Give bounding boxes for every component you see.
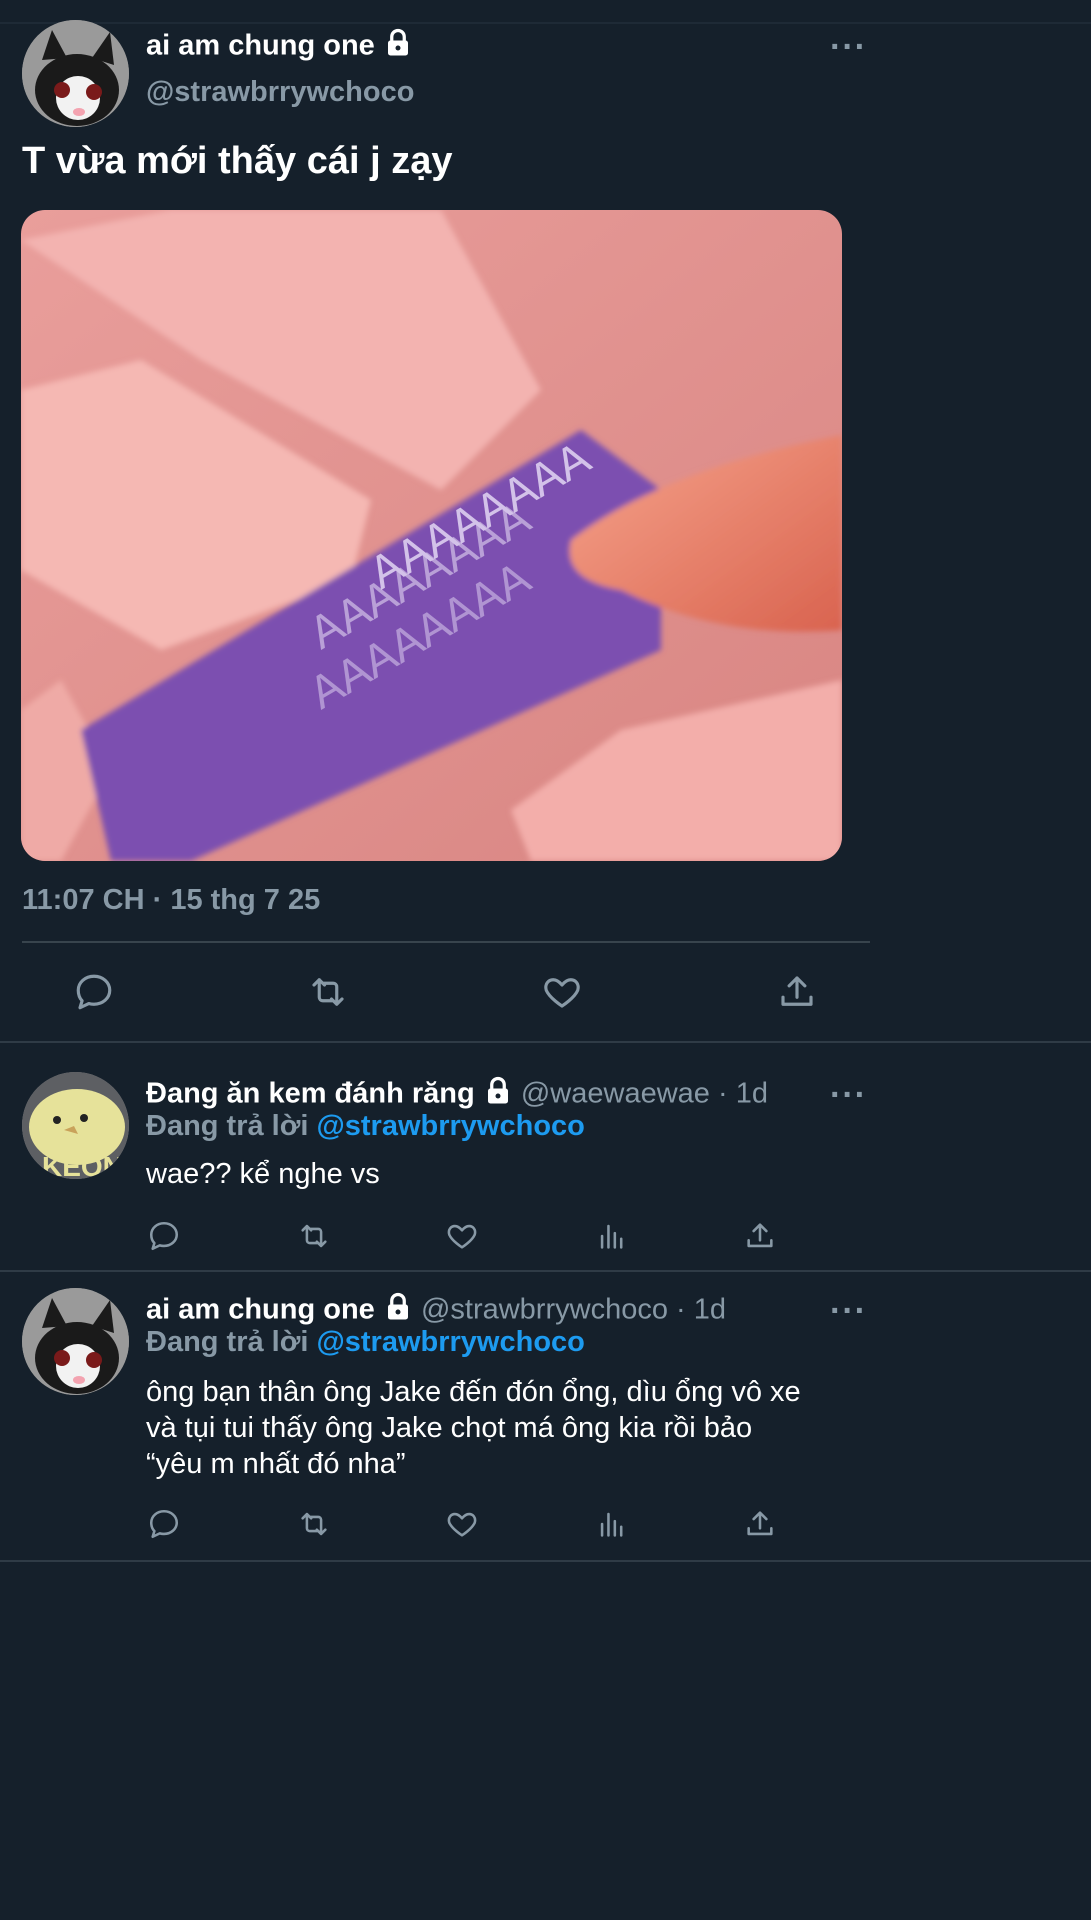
like-button[interactable] xyxy=(445,1219,479,1253)
retweet-icon xyxy=(312,978,344,1006)
reply-icon xyxy=(76,974,112,1010)
tweet-image[interactable]: AAAAAAAA AAAAAAAA AAAAAAAA xyxy=(21,210,842,861)
replying-to-mention[interactable]: @strawbrrywchoco xyxy=(316,1110,584,1142)
lock-icon xyxy=(383,28,413,66)
retweet-icon xyxy=(301,1224,327,1248)
reply-author-name[interactable]: Đang ăn kem đánh răng xyxy=(146,1078,475,1110)
like-button[interactable] xyxy=(541,971,583,1013)
heart-icon xyxy=(447,1512,477,1537)
replying-to-label: Đang trả lời xyxy=(146,1110,309,1142)
analytics-icon xyxy=(600,1224,623,1249)
time-date-separator: · xyxy=(152,884,163,916)
reply-age: 1d xyxy=(693,1293,727,1326)
retweet-button[interactable] xyxy=(295,1219,333,1253)
author-handle[interactable]: @strawbrrywchoco xyxy=(146,76,414,109)
reply-button[interactable] xyxy=(147,1219,181,1253)
reply-icon xyxy=(149,1509,179,1539)
share-button[interactable] xyxy=(776,971,818,1013)
reply-icon xyxy=(149,1221,179,1251)
share-button[interactable] xyxy=(743,1219,777,1253)
separator-dot: · xyxy=(717,1077,728,1110)
more-options-icon[interactable]: ··· xyxy=(830,1292,867,1331)
retweet-button[interactable] xyxy=(295,1507,333,1541)
avatar-text: KEON xyxy=(42,1151,123,1179)
divider xyxy=(0,1270,1091,1272)
divider xyxy=(0,1041,1091,1043)
reply-author-name[interactable]: ai am chung one xyxy=(146,1294,375,1326)
reply-avatar[interactable]: KEON xyxy=(22,1072,129,1179)
reply-text-line: ông bạn thân ông Jake đến đón ổng, dìu ổ… xyxy=(146,1376,801,1408)
reply-text: wae?? kể nghe vs xyxy=(146,1158,380,1190)
reply-button[interactable] xyxy=(147,1507,181,1541)
top-divider xyxy=(0,22,1091,24)
analytics-icon xyxy=(600,1512,623,1537)
separator-dot: · xyxy=(676,1293,686,1326)
retweet-icon xyxy=(301,1512,327,1536)
share-button[interactable] xyxy=(743,1507,777,1541)
reply-text-line: và tụi tui thấy ông Jake chọt má ông kia… xyxy=(146,1412,753,1444)
divider xyxy=(22,941,870,943)
tweet-date[interactable]: 15 thg 7 25 xyxy=(170,884,320,916)
reply-age: 1d xyxy=(735,1077,768,1110)
more-options-icon[interactable]: ··· xyxy=(830,28,867,67)
author-avatar[interactable] xyxy=(22,20,129,127)
cat-avatar-icon xyxy=(22,1288,129,1395)
keyboard-photo-icon: AAAAAAAA AAAAAAAA AAAAAAAA xyxy=(21,210,842,861)
lock-icon xyxy=(483,1076,513,1114)
cat-avatar-icon xyxy=(22,20,129,127)
like-button[interactable] xyxy=(445,1507,479,1541)
tweet-text: T vừa mới thấy cái j zạy xyxy=(22,140,453,182)
share-icon xyxy=(747,1223,773,1248)
reply-text-line: “yêu m nhất đó nha” xyxy=(146,1448,406,1480)
analytics-button[interactable] xyxy=(595,1219,629,1253)
reply-author-handle[interactable]: @waewaewae xyxy=(521,1078,710,1110)
heart-icon xyxy=(447,1224,477,1249)
heart-icon xyxy=(544,978,580,1008)
share-icon xyxy=(747,1511,773,1536)
replying-to-mention[interactable]: @strawbrrywchoco xyxy=(316,1326,584,1358)
chick-avatar-icon: KEON xyxy=(22,1072,129,1179)
lock-icon xyxy=(383,1292,413,1330)
retweet-button[interactable] xyxy=(305,971,351,1013)
tweet-time[interactable]: 11:07 CH xyxy=(22,884,145,916)
divider xyxy=(0,1560,1091,1562)
reply-avatar[interactable] xyxy=(22,1288,129,1395)
analytics-button[interactable] xyxy=(595,1507,629,1541)
share-icon xyxy=(781,976,813,1006)
reply-author-handle[interactable]: @strawbrrywchoco xyxy=(421,1294,668,1326)
replying-to-label: Đang trả lời xyxy=(146,1326,309,1358)
reply-button[interactable] xyxy=(73,971,115,1013)
more-options-icon[interactable]: ··· xyxy=(830,1076,867,1115)
author-name[interactable]: ai am chung one xyxy=(146,30,375,62)
reply-text: ông bạn thân ông Jake đến đón ổng, dìu ổ… xyxy=(146,1374,801,1482)
